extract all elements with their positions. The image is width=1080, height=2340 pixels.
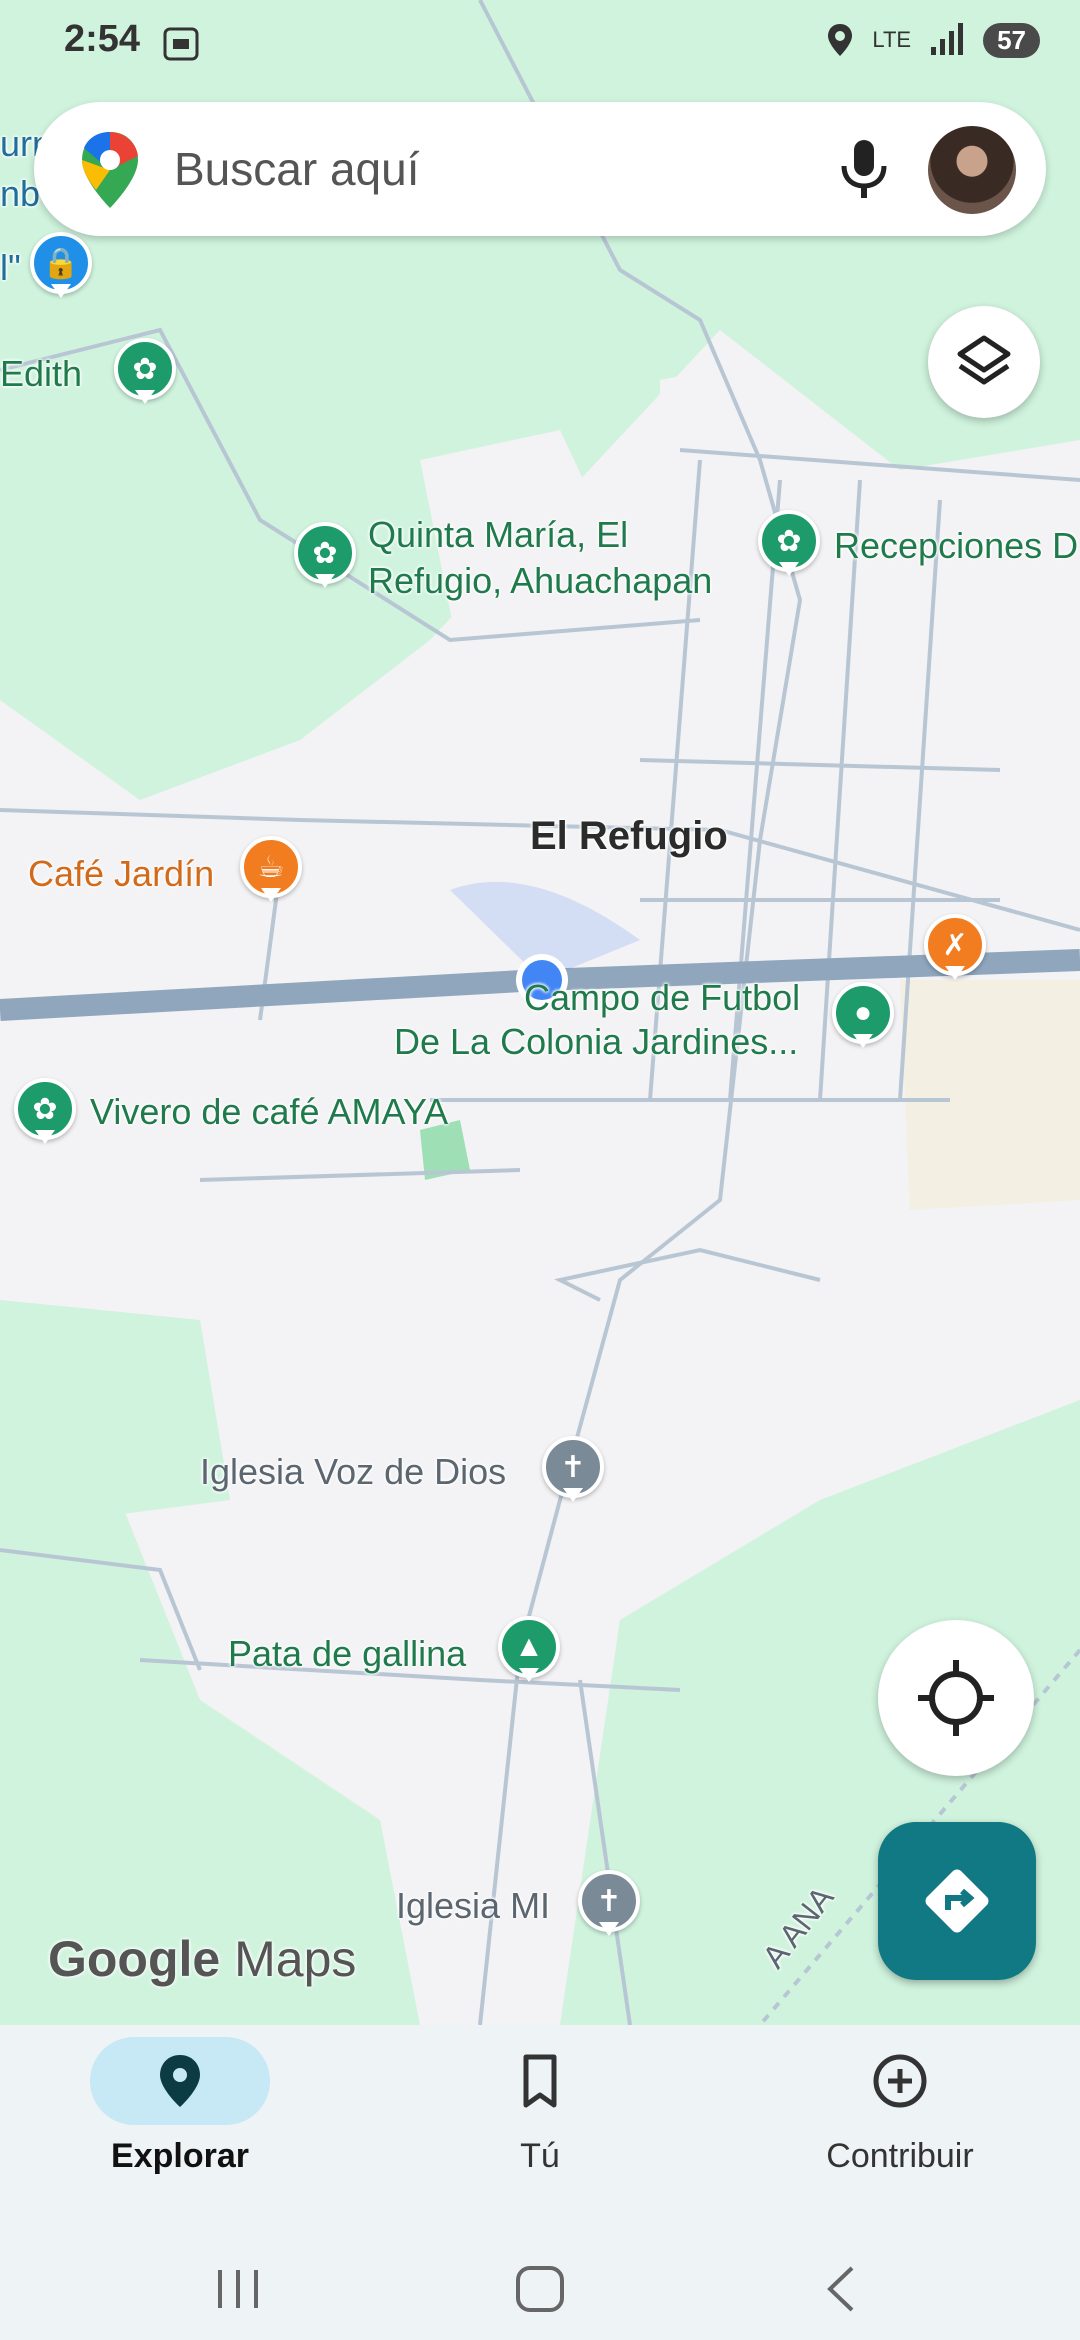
directions-icon [925,1869,989,1933]
place-label[interactable]: Café Jardín [28,852,214,896]
google-maps-watermark: Google Maps [48,1930,356,1988]
place-pin[interactable]: ✿ [294,522,356,594]
google-maps-logo-icon [82,132,138,208]
bookmark-icon [523,2054,557,2108]
place-label[interactable]: Edith [0,352,82,396]
place-label[interactable]: Vivero de café AMAYA [90,1090,448,1134]
shopping-pin[interactable]: 🔒 [30,232,92,304]
nav-contribute[interactable]: Contribuir [750,2025,1050,2230]
location-icon [828,24,853,56]
nav-you[interactable]: Tú [390,2025,690,2230]
directions-button[interactable] [878,1822,1036,1980]
search-input[interactable]: Buscar aquí [174,142,419,196]
restaurant-pin[interactable]: ✗ [924,914,986,986]
place-label[interactable]: Iglesia MI [396,1884,550,1928]
place-label[interactable]: Pata de gallina [228,1632,466,1676]
church-pin[interactable]: ✝ [578,1870,640,1942]
network-type: LTE [872,27,912,52]
place-label[interactable]: De La Colonia Jardines... [394,1020,798,1064]
nav-explore[interactable]: Explorar [30,2025,330,2230]
tree-pin[interactable]: ▲ [498,1616,560,1688]
nav-label: Tú [520,2137,560,2175]
status-time: 2:54 [64,18,141,60]
place-pin[interactable]: ✿ [14,1078,76,1150]
watermark-maps: Maps [234,1931,357,1987]
place-pin[interactable]: ✿ [114,338,176,410]
town-label: El Refugio [530,814,728,858]
add-circle-icon [873,2054,927,2108]
nav-label: Contribuir [826,2137,974,2175]
crosshair-icon [918,1660,994,1736]
screenshot-icon [163,27,199,61]
place-pin[interactable]: ✿ [758,510,820,582]
home-icon[interactable] [512,2264,568,2314]
avatar[interactable] [928,126,1016,214]
system-navigation-bar [0,2230,1080,2340]
search-bar[interactable]: Buscar aquí [34,102,1046,236]
microphone-icon[interactable] [834,136,894,202]
place-label[interactable]: Iglesia Voz de Dios [200,1450,506,1494]
my-location-button[interactable] [878,1620,1034,1776]
battery-indicator: 57 [983,22,1040,58]
back-icon[interactable] [818,2264,868,2314]
cafe-pin[interactable]: ☕ [240,836,302,908]
watermark-google: Google [48,1931,221,1987]
explore-pin-icon [160,2055,200,2107]
place-label[interactable]: Recepciones D [834,524,1078,568]
church-pin[interactable]: ✝ [542,1436,604,1508]
signal-icon [931,23,964,55]
place-label[interactable]: Campo de Futbol [524,976,800,1020]
place-label[interactable]: Quinta María, El Refugio, Ahuachapan [368,512,712,604]
partial-label: l" [0,247,21,288]
status-bar: 2:54 LTE 57 [0,0,1080,86]
bottom-navigation: Explorar Tú Contribuir [0,2025,1080,2230]
layers-button[interactable] [928,306,1040,418]
nav-label: Explorar [111,2137,249,2175]
layers-icon [957,335,1011,385]
park-pin[interactable]: ● [832,982,894,1054]
recent-apps-icon[interactable] [210,2264,266,2314]
